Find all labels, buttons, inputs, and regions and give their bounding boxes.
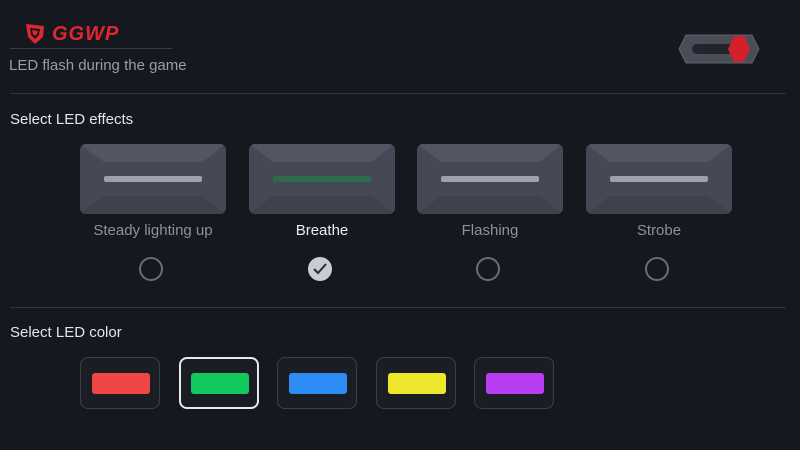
- color-chip: [486, 373, 544, 394]
- effect-option-breathe[interactable]: Breathe: [249, 144, 395, 289]
- effects-section-title: Select LED effects: [10, 111, 134, 128]
- color-chip: [191, 373, 249, 394]
- effect-label: Steady lighting up: [93, 222, 213, 239]
- effect-preview-card: [586, 144, 732, 214]
- effect-label: Flashing: [461, 222, 519, 239]
- brand-logo: GGWP: [24, 22, 119, 46]
- effect-radio[interactable]: [476, 257, 500, 281]
- effect-radio[interactable]: [139, 257, 163, 281]
- color-swatch-yellow[interactable]: [376, 357, 456, 409]
- checkmark-icon: [313, 263, 327, 275]
- divider-middle: [10, 307, 786, 308]
- effect-bar: [441, 176, 539, 182]
- effect-preview-card: [80, 144, 226, 214]
- led-flash-toggle[interactable]: [678, 34, 760, 64]
- effect-bar: [610, 176, 708, 182]
- effect-label: Breathe: [295, 222, 349, 239]
- effect-bar: [273, 176, 371, 182]
- effect-label: Strobe: [636, 222, 682, 239]
- color-swatch-green[interactable]: [179, 357, 259, 409]
- color-swatch-purple[interactable]: [474, 357, 554, 409]
- logo-text: GGWP: [52, 22, 120, 45]
- effect-option-strobe[interactable]: Strobe: [586, 144, 732, 289]
- color-section-title: Select LED color: [10, 324, 122, 341]
- color-swatch-blue[interactable]: [277, 357, 357, 409]
- color-swatch-list: [80, 357, 560, 411]
- effect-option-steady[interactable]: Steady lighting up: [80, 144, 226, 289]
- effect-radio-checked[interactable]: [308, 257, 332, 281]
- color-chip: [92, 373, 150, 394]
- led-flash-label: LED flash during the game: [9, 57, 187, 74]
- logo-underline: [10, 48, 172, 49]
- color-chip: [388, 373, 446, 394]
- effect-option-flashing[interactable]: Flashing: [417, 144, 563, 289]
- shield-logo-icon: [26, 24, 44, 44]
- effect-preview-card: [249, 144, 395, 214]
- effect-radio[interactable]: [645, 257, 669, 281]
- effect-bar: [104, 176, 202, 182]
- led-settings-page: GGWP LED flash during the game Select LE…: [0, 0, 800, 450]
- effects-list: Steady lighting up Breathe Flashing Stro…: [80, 144, 732, 289]
- color-chip: [289, 373, 347, 394]
- effect-preview-card: [417, 144, 563, 214]
- color-swatch-red[interactable]: [80, 357, 160, 409]
- divider-top: [10, 93, 786, 94]
